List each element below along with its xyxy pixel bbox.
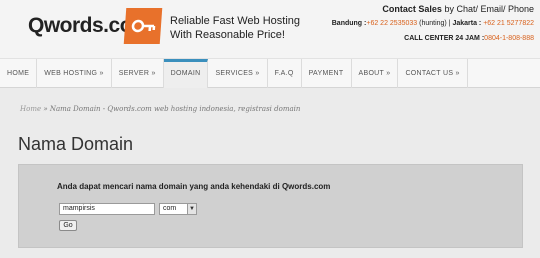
nav-item-web-hosting[interactable]: WEB HOSTING » (37, 59, 112, 88)
nav-item-domain[interactable]: DOMAIN (163, 59, 209, 88)
bandung-label: Bandung : (331, 20, 367, 27)
domain-search-panel: Anda dapat mencari nama domain yang anda… (18, 164, 523, 248)
logo-icon[interactable] (123, 8, 163, 44)
jakarta-label: Jakarta : (452, 20, 482, 27)
call-center-number: 0804-1-808-888 (484, 35, 534, 42)
breadcrumb-separator: » (41, 105, 50, 113)
tld-select[interactable]: com ▼ (159, 203, 197, 215)
nav-item-about[interactable]: ABOUT » (352, 59, 399, 88)
breadcrumb: Home » Nama Domain - Qwords.com web host… (20, 105, 300, 113)
nav-item-contact-us[interactable]: CONTACT US » (398, 59, 468, 88)
nav-item-server[interactable]: SERVER » (112, 59, 164, 88)
bandung-note: (hunting) | (417, 20, 453, 27)
chevron-down-icon[interactable]: ▼ (187, 204, 196, 214)
breadcrumb-current: Nama Domain - Qwords.com web hosting ind… (49, 105, 301, 113)
nav-item-faq[interactable]: F.A.Q (268, 59, 302, 88)
go-button[interactable]: Go (59, 220, 77, 231)
jakarta-number: +62 21 5277822 (481, 20, 534, 27)
tagline: Reliable Fast Web Hosting With Reasonabl… (170, 14, 300, 42)
breadcrumb-home-link[interactable]: Home (20, 105, 41, 113)
contact-sales-channels: by Chat/ Email/ Phone (441, 4, 534, 14)
site-header: Qwords.com Reliable Fast Web Hosting Wit… (0, 0, 540, 58)
domain-name-input[interactable]: mampirsis (59, 203, 155, 215)
contact-sales-label: Contact Sales (382, 4, 442, 14)
tagline-line-2: With Reasonable Price! (170, 29, 285, 41)
call-center-label: CALL CENTER 24 JAM : (404, 35, 485, 42)
domain-search-description: Anda dapat mencari nama domain yang anda… (57, 182, 331, 191)
page-title: Nama Domain (18, 134, 134, 154)
call-center: CALL CENTER 24 JAM :0804-1-808-888 (404, 35, 534, 42)
phone-numbers: Bandung :+62 22 2535033 (hunting) | Jaka… (332, 20, 534, 27)
nav-item-home[interactable]: HOME (0, 59, 38, 88)
contact-sales-title: Contact Sales by Chat/ Email/ Phone (382, 4, 534, 14)
bandung-number: +62 22 2535033 (366, 20, 418, 27)
tagline-line-1: Reliable Fast Web Hosting (170, 15, 301, 27)
tld-selected-value: com (163, 205, 177, 212)
nav-item-payment[interactable]: PAYMENT (302, 59, 352, 88)
main-nav: HOME WEB HOSTING » SERVER » DOMAIN SERVI… (0, 58, 540, 88)
nav-item-services[interactable]: SERVICES » (208, 59, 268, 88)
